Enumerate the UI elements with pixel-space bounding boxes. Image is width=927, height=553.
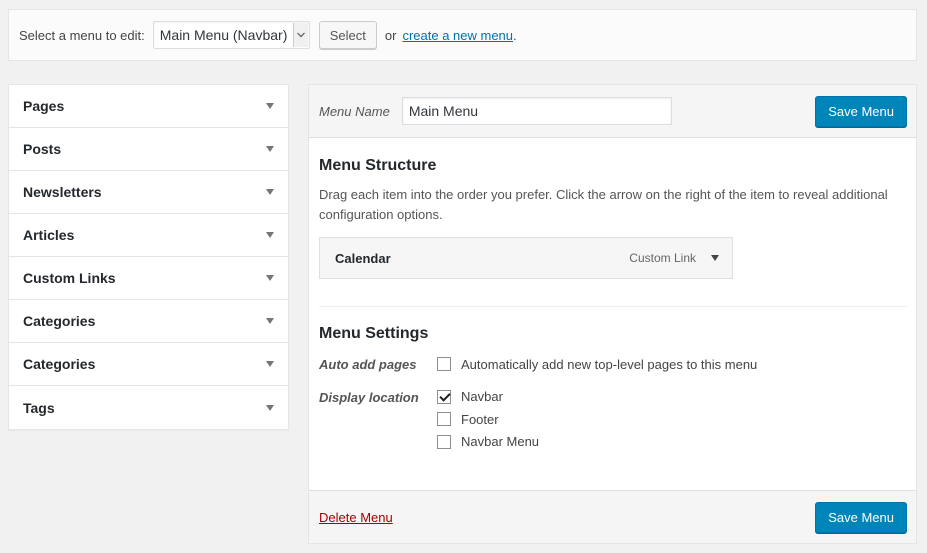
menu-structure-description: Drag each item into the order you prefer… [319, 187, 888, 222]
triangle-down-icon[interactable] [266, 318, 274, 324]
period-text: . [513, 27, 517, 43]
accordion-label: Newsletters [23, 184, 102, 200]
save-menu-button[interactable]: Save Menu [815, 95, 907, 127]
section-divider [319, 306, 907, 307]
accordion-label: Tags [23, 399, 55, 416]
auto-add-pages-checkbox[interactable] [437, 357, 451, 372]
navbar-checkbox[interactable] [437, 389, 451, 404]
triangle-down-icon[interactable] [266, 404, 274, 411]
triangle-down-icon[interactable] [266, 103, 274, 109]
accordion-label: Pages [23, 98, 65, 114]
menu-settings-heading: Menu Settings [319, 325, 429, 342]
accordion-label: Custom Links [23, 270, 116, 286]
display-location-row: Display location Navbar Footer Navbar Me… [319, 389, 906, 454]
delete-menu-link[interactable]: Delete Menu [319, 510, 393, 525]
menu-select-bar: Select a menu to edit: Main Menu (Navbar… [8, 9, 917, 61]
menu-select-value: Main Menu (Navbar) [159, 27, 288, 43]
auto-add-pages-row: Auto add pages Automatically add new top… [319, 356, 906, 376]
accordion-item-pages[interactable]: Pages [9, 85, 288, 128]
accordion-item-articles[interactable]: Articles [9, 214, 288, 257]
accordion-item-tags[interactable]: Tags [9, 386, 288, 429]
menu-editor-panel: Menu Name Save Menu Menu Structure Drag … [308, 84, 917, 544]
select-button[interactable]: Select [318, 21, 377, 49]
display-location-label: Display location [319, 389, 419, 405]
location-option-navbar-menu[interactable]: Navbar Menu [437, 431, 539, 454]
chevron-down-icon[interactable] [292, 23, 308, 47]
location-option-navbar[interactable]: Navbar [437, 386, 539, 409]
menu-structure-heading: Menu Structure [319, 157, 437, 174]
menu-item-type: Custom Link [629, 251, 696, 265]
accordion-item-categories-2[interactable]: Categories [9, 343, 288, 386]
footer-checkbox[interactable] [437, 412, 451, 427]
location-option-footer[interactable]: Footer [437, 408, 539, 431]
menu-select-dropdown[interactable]: Main Menu (Navbar) [152, 21, 310, 49]
menu-name-label: Menu Name [319, 103, 390, 119]
location-label: Navbar [461, 389, 503, 405]
accordion-item-posts[interactable]: Posts [9, 128, 288, 171]
menu-editor-header: Menu Name Save Menu [309, 85, 916, 138]
menu-item-calendar[interactable]: Calendar Custom Link [319, 237, 733, 279]
add-menu-items-accordion: Pages Posts Newsletters Articles Custom … [8, 84, 289, 430]
triangle-down-icon[interactable] [266, 189, 274, 195]
triangle-down-icon[interactable] [266, 275, 274, 281]
auto-add-pages-label: Auto add pages [319, 357, 417, 372]
accordion-item-newsletters[interactable]: Newsletters [9, 171, 288, 214]
or-text: or [384, 27, 397, 43]
triangle-down-icon[interactable] [266, 146, 274, 152]
triangle-down-icon[interactable] [266, 361, 274, 367]
auto-add-pages-option[interactable]: Automatically add new top-level pages to… [437, 353, 757, 376]
auto-add-pages-text: Automatically add new top-level pages to… [461, 356, 758, 372]
menu-editor-footer: Delete Menu Save Menu [309, 490, 916, 543]
location-label: Navbar Menu [461, 434, 540, 450]
select-menu-label: Select a menu to edit: [19, 27, 145, 43]
navbar-menu-checkbox[interactable] [437, 434, 451, 449]
accordion-item-custom-links[interactable]: Custom Links [9, 257, 288, 300]
save-menu-button-footer[interactable]: Save Menu [815, 501, 907, 533]
menu-name-input[interactable] [401, 97, 672, 125]
accordion-label: Posts [23, 141, 62, 157]
accordion-label: Categories [23, 313, 96, 329]
accordion-item-categories[interactable]: Categories [9, 300, 288, 343]
create-new-menu-link[interactable]: create a new menu [402, 28, 513, 43]
accordion-label: Categories [23, 356, 96, 372]
expand-arrow-icon[interactable] [711, 255, 719, 261]
menu-item-title: Calendar [335, 250, 391, 266]
location-label: Footer [461, 411, 499, 427]
menu-editor-body: Menu Structure Drag each item into the o… [309, 157, 916, 453]
triangle-down-icon[interactable] [266, 232, 274, 238]
accordion-label: Articles [23, 227, 75, 243]
